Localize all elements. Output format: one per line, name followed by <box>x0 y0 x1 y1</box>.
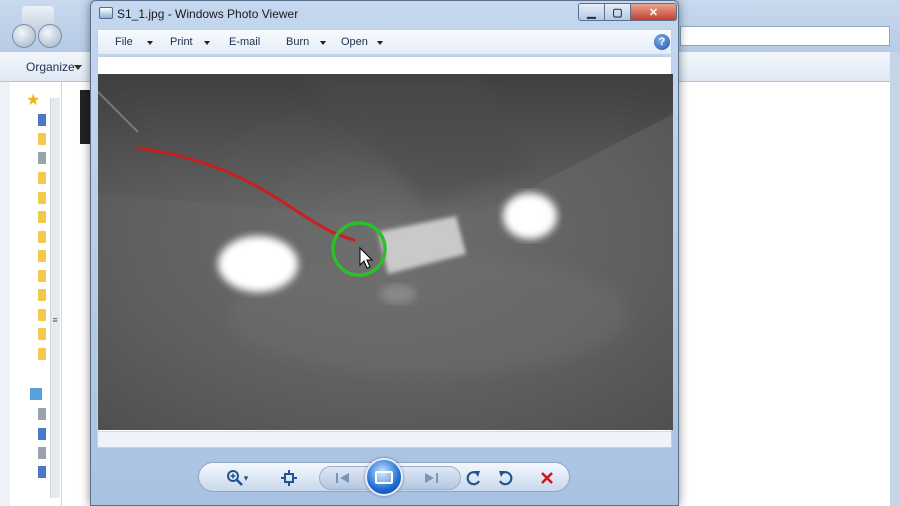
desktop-icon[interactable] <box>38 114 46 126</box>
previous-icon[interactable] <box>333 468 353 488</box>
menu-print[interactable]: Print <box>170 36 193 48</box>
chevron-down-icon[interactable] <box>204 41 210 45</box>
status-strip <box>98 431 671 447</box>
library-icon[interactable] <box>30 388 42 400</box>
recent-places-icon[interactable] <box>38 152 46 164</box>
chevron-down-icon[interactable] <box>377 41 383 45</box>
menu-email[interactable]: E-mail <box>229 36 260 48</box>
navigation-pane-scrollbar[interactable] <box>50 98 60 498</box>
folder-icon[interactable] <box>38 289 46 301</box>
menu-bar: File Print E-mail Burn Open ? <box>97 29 672 55</box>
music-icon[interactable] <box>38 428 46 440</box>
menu-open[interactable]: Open <box>341 36 368 48</box>
pane-splitter-handle[interactable]: ≡ <box>50 316 60 325</box>
folder-icon[interactable] <box>38 231 46 243</box>
window-title: S1_1.jpg - Windows Photo Viewer <box>117 7 299 21</box>
folder-icon[interactable] <box>38 192 46 204</box>
videos-icon[interactable] <box>38 466 46 478</box>
folder-icon[interactable] <box>38 328 46 340</box>
address-bar[interactable] <box>680 26 890 46</box>
slideshow-button[interactable] <box>365 458 403 496</box>
photo-image <box>98 74 673 430</box>
file-list-pane-right[interactable] <box>678 82 890 506</box>
explorer-window-border <box>890 52 900 506</box>
slideshow-icon <box>375 470 393 484</box>
favorites-star-icon[interactable]: ★ <box>26 90 40 110</box>
desktop: Organize ★ ≡ S1_1.jpg - Windows Photo Vi… <box>0 0 900 506</box>
folder-icon[interactable] <box>38 348 46 360</box>
photo-viewer-icon <box>99 7 113 19</box>
forward-button[interactable] <box>38 24 62 48</box>
rotate-counterclockwise-icon[interactable] <box>464 468 484 488</box>
pictures-icon[interactable] <box>38 447 46 459</box>
chevron-down-icon <box>74 65 82 70</box>
next-icon[interactable] <box>421 468 441 488</box>
organize-button[interactable]: Organize <box>26 60 75 74</box>
folder-icon[interactable] <box>38 309 46 321</box>
image-canvas[interactable] <box>97 56 673 448</box>
file-list-pane[interactable] <box>62 82 90 506</box>
chevron-down-icon[interactable] <box>320 41 326 45</box>
minimize-button[interactable]: ▁ <box>578 3 605 21</box>
chevron-down-icon[interactable]: ▾ <box>241 468 251 488</box>
folder-icon[interactable] <box>38 211 46 223</box>
hot-spot-left <box>218 236 298 292</box>
help-icon[interactable]: ? <box>654 34 670 50</box>
hot-spot-right <box>503 193 557 239</box>
viewer-controls: ▾ <box>198 458 570 496</box>
folder-icon[interactable] <box>38 270 46 282</box>
photo-viewer-window: S1_1.jpg - Windows Photo Viewer ▁ ▢ ✕ Fi… <box>90 0 679 506</box>
folder-icon[interactable] <box>38 250 46 262</box>
menu-burn[interactable]: Burn <box>286 36 309 48</box>
caption-buttons: ▁ ▢ ✕ <box>578 3 677 21</box>
delete-icon[interactable] <box>537 468 557 488</box>
maximize-button[interactable]: ▢ <box>605 3 631 21</box>
back-button[interactable] <box>12 24 36 48</box>
chevron-down-icon[interactable] <box>147 41 153 45</box>
close-button[interactable]: ✕ <box>631 3 677 21</box>
folder-icon[interactable] <box>38 172 46 184</box>
fit-window-icon[interactable] <box>279 468 299 488</box>
rotate-clockwise-icon[interactable] <box>495 468 515 488</box>
document-icon[interactable] <box>38 408 46 420</box>
thermal-photo[interactable] <box>98 74 673 430</box>
folder-icon[interactable] <box>38 133 46 145</box>
menu-file[interactable]: File <box>115 36 133 48</box>
